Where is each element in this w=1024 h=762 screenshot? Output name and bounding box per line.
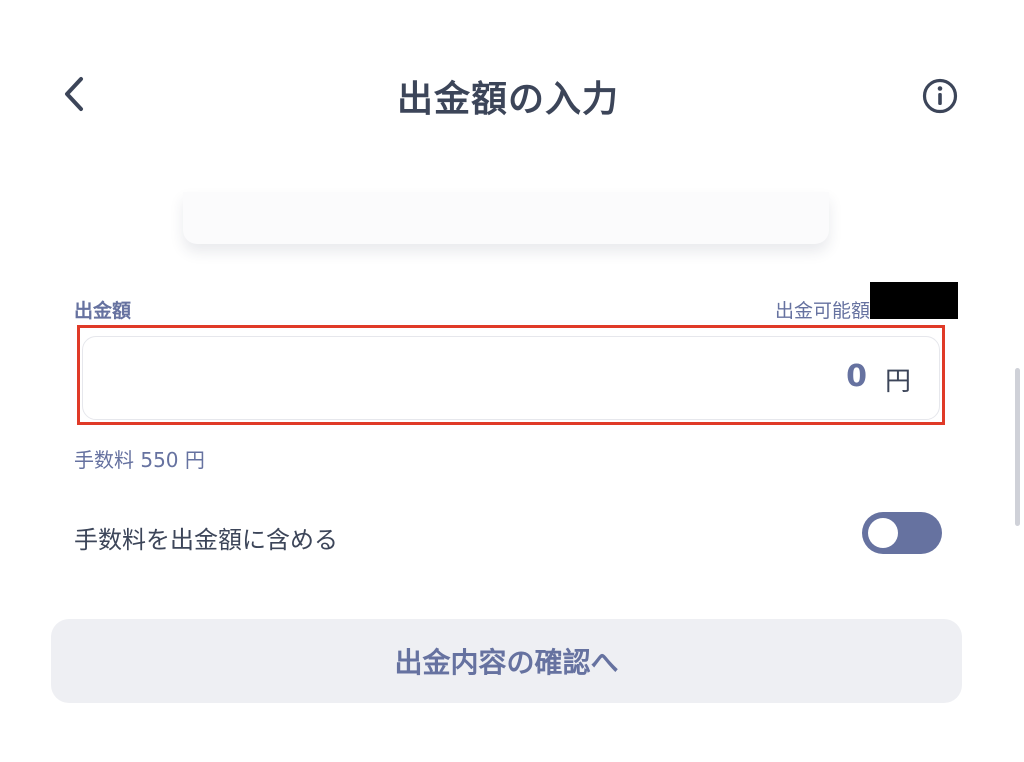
- confirm-button[interactable]: 出金内容の確認へ: [51, 619, 962, 703]
- withdrawal-amount-screen: 出金額の入力 出金額 出金可能額 0 円 手数料 550 円 手数料を出金額に含…: [0, 0, 1024, 762]
- page-title: 出金額の入力: [396, 79, 619, 120]
- amount-value: 0: [846, 359, 867, 394]
- available-amount-label: 出金可能額: [774, 300, 870, 322]
- fee-note: 手数料 550 円: [74, 448, 205, 472]
- currency-unit: 円: [884, 367, 911, 397]
- amount-input[interactable]: 0 円: [82, 336, 940, 420]
- include-fee-toggle[interactable]: [862, 512, 942, 554]
- redacted-available-amount: [870, 282, 958, 319]
- include-fee-label: 手数料を出金額に含める: [74, 526, 338, 554]
- info-button[interactable]: [920, 78, 960, 118]
- toggle-knob: [868, 518, 898, 548]
- card-panel: [183, 192, 829, 244]
- amount-label: 出金額: [74, 300, 132, 322]
- scrollbar[interactable]: [1015, 368, 1020, 526]
- info-circle-icon: [921, 77, 959, 119]
